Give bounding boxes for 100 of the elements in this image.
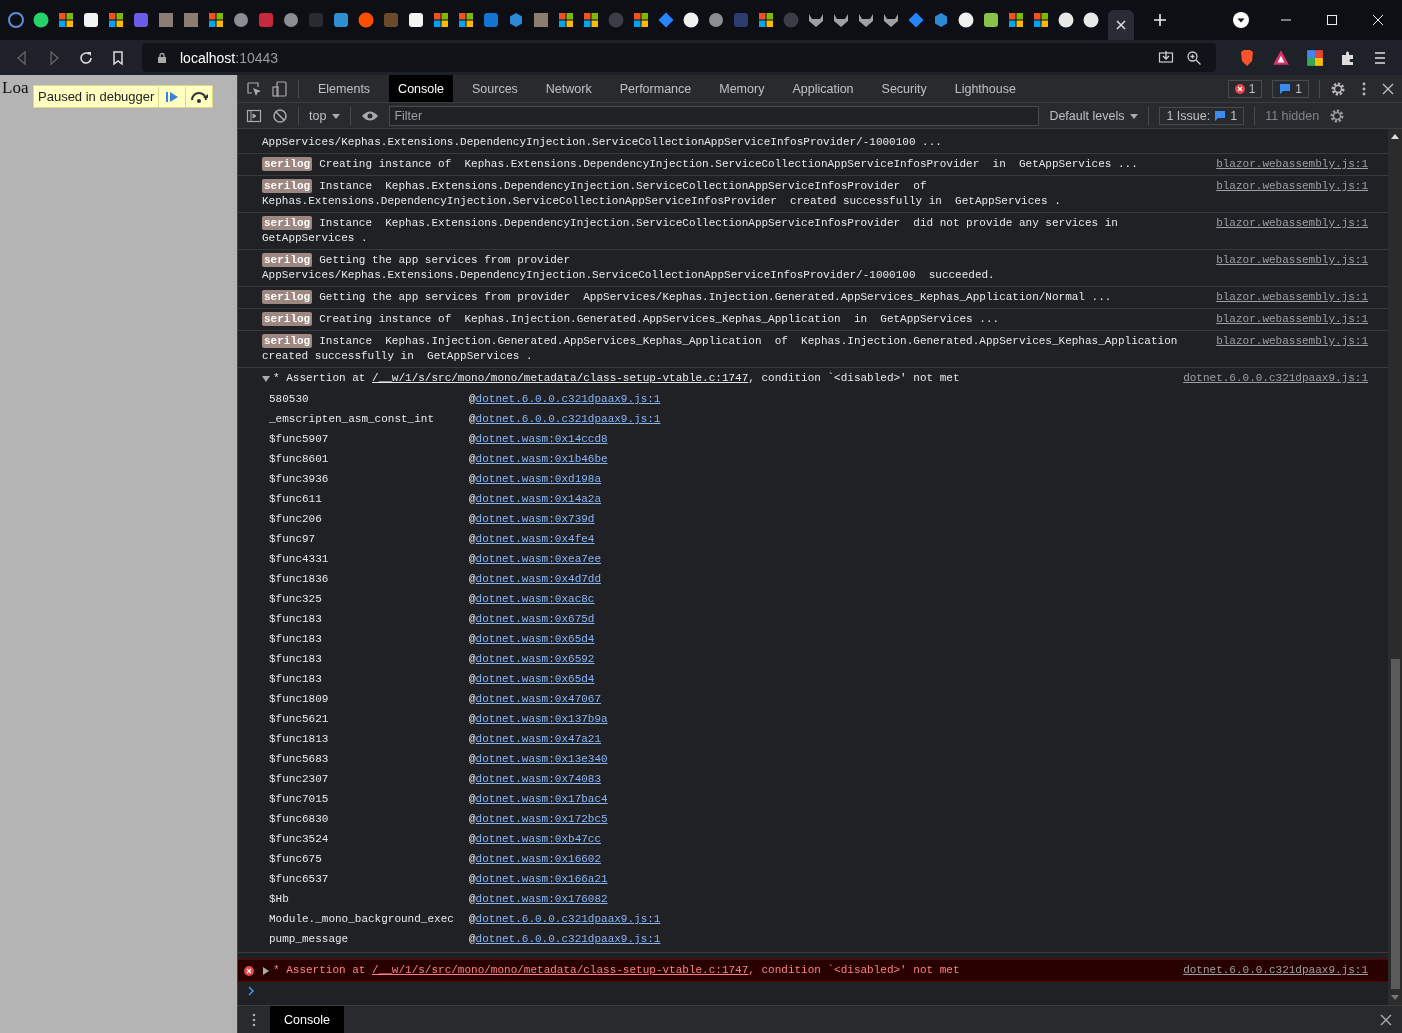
- tile-icon[interactable]: [483, 12, 499, 28]
- active-tab[interactable]: [1108, 10, 1134, 40]
- location-link[interactable]: dotnet.wasm:0x4fe4: [475, 533, 595, 545]
- location-link[interactable]: dotnet.6.0.0.c321dpaax9.js:1: [475, 413, 661, 425]
- context-selector[interactable]: top: [309, 108, 341, 123]
- location-link[interactable]: dotnet.wasm:0x65d4: [475, 673, 595, 685]
- sidebar-icon[interactable]: [246, 107, 262, 124]
- install-icon[interactable]: [1158, 49, 1174, 66]
- windows-logo-icon[interactable]: [458, 12, 474, 28]
- location-link[interactable]: dotnet.6.0.0.c321dpaax9.js:1: [475, 913, 661, 925]
- location-link[interactable]: dotnet.wasm:0x16602: [475, 853, 602, 865]
- tile-icon[interactable]: [333, 12, 349, 28]
- source-link[interactable]: blazor.webassembly.js:1: [1216, 157, 1368, 172]
- globe-icon[interactable]: [708, 12, 724, 28]
- windows-logo-icon[interactable]: [583, 12, 599, 28]
- devtools-tab[interactable]: Performance: [610, 75, 701, 102]
- tile-icon[interactable]: [133, 12, 149, 28]
- circle-icon[interactable]: [358, 12, 374, 28]
- windows-logo-icon[interactable]: [208, 12, 224, 28]
- maximize-icon[interactable]: [1326, 14, 1338, 26]
- source-link[interactable]: blazor.webassembly.js:1: [1216, 334, 1368, 349]
- circle-icon[interactable]: [958, 12, 974, 28]
- windows-logo-icon[interactable]: [108, 12, 124, 28]
- circle-icon[interactable]: [1058, 12, 1074, 28]
- location-link[interactable]: dotnet.wasm:0x675d: [475, 613, 595, 625]
- devtools-tab[interactable]: Security: [872, 75, 936, 102]
- diamond-icon[interactable]: [658, 12, 674, 28]
- prompt-icon[interactable]: [246, 986, 256, 996]
- scroll-up-icon[interactable]: [1391, 133, 1399, 141]
- location-link[interactable]: dotnet.wasm:0x4d7dd: [475, 573, 602, 585]
- location-link[interactable]: dotnet.wasm:0xac8c: [475, 593, 595, 605]
- windows-logo-icon[interactable]: [558, 12, 574, 28]
- address-field[interactable]: localhost:10443: [142, 43, 1216, 72]
- diamond-icon[interactable]: [908, 12, 924, 28]
- tab-search-icon[interactable]: [1233, 12, 1249, 28]
- message-counter[interactable]: 1: [1272, 79, 1309, 98]
- location-link[interactable]: dotnet.wasm:0x137b9a: [475, 713, 608, 725]
- globe-icon[interactable]: [283, 12, 299, 28]
- inspect-icon[interactable]: [246, 80, 262, 97]
- source-link[interactable]: dotnet.6.0.0.c321dpaax9.js:1: [1183, 963, 1368, 978]
- issues-button[interactable]: 1 Issue: 1: [1159, 106, 1245, 125]
- hexagon-icon[interactable]: [933, 12, 949, 28]
- devtools-tab[interactable]: Lighthouse: [945, 75, 1025, 102]
- hexagon-icon[interactable]: [508, 12, 524, 28]
- location-link[interactable]: dotnet.wasm:0x65d4: [475, 633, 595, 645]
- scrollbar[interactable]: [1388, 129, 1402, 1005]
- close-icon[interactable]: [1380, 1013, 1392, 1026]
- location-link[interactable]: dotnet.wasm:0x1b46be: [475, 453, 608, 465]
- devtools-tab[interactable]: Application: [783, 75, 863, 102]
- devtools-tab[interactable]: Sources: [463, 75, 527, 102]
- tile-icon[interactable]: [383, 12, 399, 28]
- scroll-down-icon[interactable]: [1391, 993, 1399, 1001]
- windows-logo-icon[interactable]: [758, 12, 774, 28]
- location-link[interactable]: dotnet.wasm:0x74083: [475, 773, 602, 785]
- globe-icon[interactable]: [233, 12, 249, 28]
- windows-logo-icon[interactable]: [1033, 12, 1049, 28]
- location-link[interactable]: dotnet.wasm:0xea7ee: [475, 553, 602, 565]
- location-link[interactable]: dotnet.wasm:0x166a21: [475, 873, 608, 885]
- location-link[interactable]: dotnet.6.0.0.c321dpaax9.js:1: [475, 933, 661, 945]
- bookmark-icon[interactable]: [110, 49, 126, 66]
- clear-icon[interactable]: [272, 107, 288, 124]
- file-link[interactable]: /__w/1/s/src/mono/mono/metadata/class-setup-vtable.c:1747: [372, 964, 749, 976]
- source-link[interactable]: dotnet.6.0.0.c321dpaax9.js:1: [1183, 371, 1368, 386]
- tile-icon[interactable]: [733, 12, 749, 28]
- location-link[interactable]: dotnet.wasm:0xb47cc: [475, 833, 602, 845]
- file-link[interactable]: /__w/1/s/src/mono/mono/metadata/class-setup-vtable.c:1747: [372, 372, 749, 384]
- location-link[interactable]: dotnet.wasm:0x172bc5: [475, 813, 608, 825]
- scrollbar-thumb[interactable]: [1390, 659, 1400, 989]
- device-icon[interactable]: [272, 80, 288, 97]
- location-link[interactable]: dotnet.wasm:0x47067: [475, 693, 602, 705]
- circle-icon[interactable]: [683, 12, 699, 28]
- location-link[interactable]: dotnet.wasm:0x47a21: [475, 733, 602, 745]
- location-link[interactable]: dotnet.6.0.0.c321dpaax9.js:1: [475, 393, 661, 405]
- tile-icon[interactable]: [983, 12, 999, 28]
- tile-icon[interactable]: [308, 12, 324, 28]
- menu-icon[interactable]: [1372, 49, 1388, 66]
- zoom-icon[interactable]: [1186, 49, 1202, 66]
- settings-icon[interactable]: [1330, 80, 1346, 97]
- location-link[interactable]: dotnet.wasm:0x6592: [475, 653, 595, 665]
- location-link[interactable]: dotnet.wasm:0xd198a: [475, 473, 602, 485]
- source-link[interactable]: blazor.webassembly.js:1: [1216, 179, 1368, 194]
- ring-icon[interactable]: [8, 12, 24, 28]
- location-link[interactable]: dotnet.wasm:0x17bac4: [475, 793, 608, 805]
- circle-icon[interactable]: [1083, 12, 1099, 28]
- location-link[interactable]: dotnet.wasm:0x13e340: [475, 753, 608, 765]
- collapse-icon[interactable]: [262, 374, 270, 383]
- location-link[interactable]: dotnet.wasm:0x14ccd8: [475, 433, 608, 445]
- drawer-tab[interactable]: Console: [270, 1006, 344, 1033]
- settings-icon[interactable]: [1329, 107, 1346, 124]
- devtools-tab[interactable]: Console: [389, 75, 453, 102]
- devtools-tab[interactable]: Memory: [710, 75, 774, 102]
- devtools-tab[interactable]: Elements: [309, 75, 380, 102]
- location-link[interactable]: dotnet.wasm:0x176082: [475, 893, 608, 905]
- new-tab-icon[interactable]: [1153, 13, 1167, 27]
- source-link[interactable]: blazor.webassembly.js:1: [1216, 290, 1368, 305]
- devtools-tab[interactable]: Network: [536, 75, 601, 102]
- source-link[interactable]: blazor.webassembly.js:1: [1216, 312, 1368, 327]
- reload-icon[interactable]: [78, 49, 94, 66]
- tile-icon[interactable]: [258, 12, 274, 28]
- filter-field[interactable]: Filter: [389, 105, 1040, 126]
